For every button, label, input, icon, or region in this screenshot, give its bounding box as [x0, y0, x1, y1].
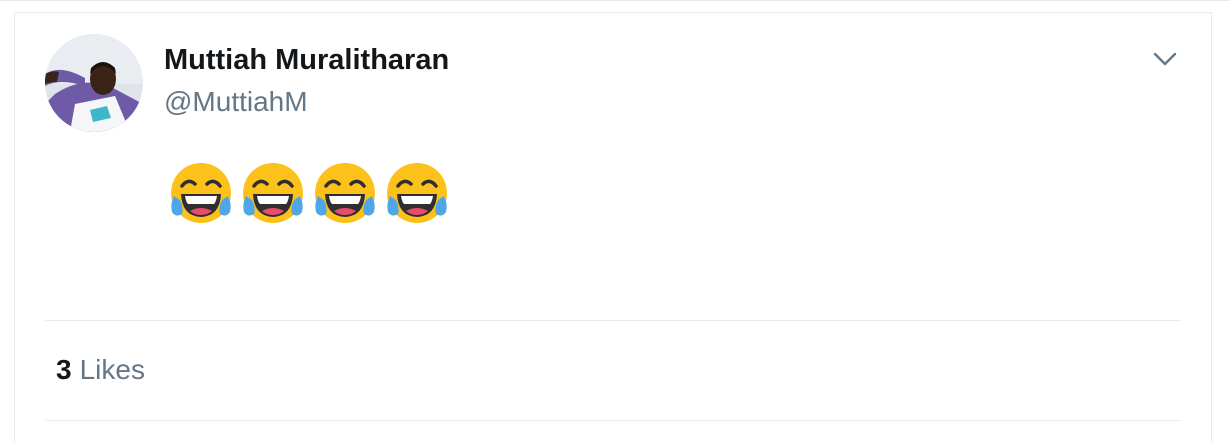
divider: [45, 420, 1181, 421]
face-with-tears-of-joy-icon: [315, 163, 375, 223]
author-handle[interactable]: @MuttiahM: [164, 86, 308, 118]
avatar-photo: [45, 34, 143, 132]
face-with-tears-of-joy-icon: [387, 163, 447, 223]
likes-count[interactable]: 3 Likes: [56, 354, 145, 386]
top-border: [0, 0, 1230, 1]
face-with-tears-of-joy-icon: [171, 163, 231, 223]
tweet-text: [168, 160, 450, 228]
face-with-tears-of-joy-icon: [243, 163, 303, 223]
likes-label: Likes: [79, 354, 145, 385]
divider: [45, 320, 1181, 321]
author-display-name[interactable]: Muttiah Muralitharan: [164, 44, 449, 77]
author-avatar[interactable]: [45, 34, 143, 132]
chevron-down-icon[interactable]: [1150, 48, 1180, 72]
likes-number: 3: [56, 354, 72, 385]
